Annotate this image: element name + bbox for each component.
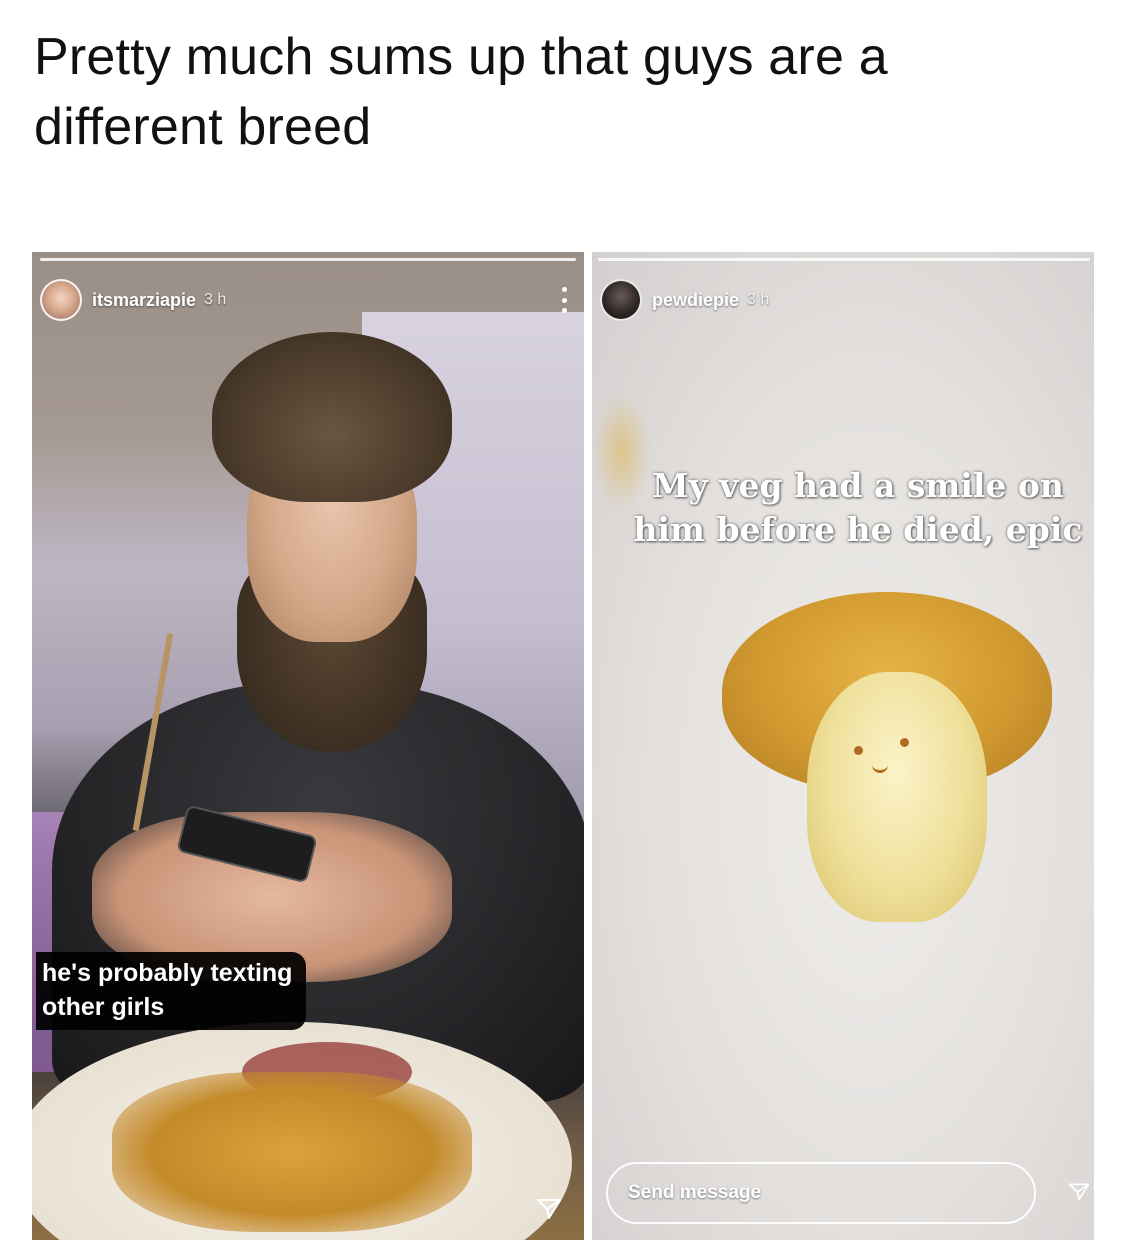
story-username[interactable]: itsmarziapie	[92, 290, 196, 311]
more-vertical-icon[interactable]	[554, 285, 574, 315]
send-message-input[interactable]: Send message	[606, 1162, 1036, 1224]
overlay-line-2: him before he died, epic	[633, 510, 1083, 549]
photo-hair	[212, 332, 452, 502]
caption-line-1: Pretty much sums up that guys are a	[34, 28, 888, 86]
post-caption: Pretty much sums up that guys are a diff…	[34, 22, 1094, 162]
story-username[interactable]: pewdiepie	[652, 290, 739, 311]
story-timestamp: 3 h	[747, 291, 770, 308]
story-progress-bar	[40, 258, 576, 261]
avatar[interactable]	[40, 279, 82, 321]
caption-line-2: different breed	[34, 98, 372, 156]
paper-plane-icon[interactable]	[536, 1198, 562, 1220]
photo-cauliflower-stem	[807, 672, 987, 922]
story-text-overlay: he's probably texting other girls	[36, 952, 307, 1030]
story-timestamp: 3 h	[204, 291, 227, 308]
overlay-line-1: My veg had a smile on	[652, 466, 1064, 505]
story-left[interactable]: itsmarziapie 3 h he's probably texting o…	[32, 252, 584, 1240]
send-message-placeholder: Send message	[628, 1182, 762, 1203]
photo-cauliflower-eye	[900, 738, 909, 747]
paper-plane-icon[interactable]	[1068, 1182, 1090, 1202]
story-header: pewdiepie 3 h	[600, 278, 1084, 322]
story-header: itsmarziapie 3 h	[40, 278, 574, 322]
avatar[interactable]	[600, 279, 642, 321]
story-progress-bar	[598, 258, 1090, 261]
story-right[interactable]: pewdiepie 3 h My veg had a smile on him b…	[592, 252, 1094, 1240]
overlay-line-2: other girls	[42, 993, 165, 1021]
photo-food	[112, 1072, 472, 1232]
story-text-overlay: My veg had a smile on him before he died,…	[592, 464, 1094, 552]
photo-cauliflower-eye	[854, 746, 863, 755]
overlay-line-1: he's probably texting	[42, 959, 293, 987]
